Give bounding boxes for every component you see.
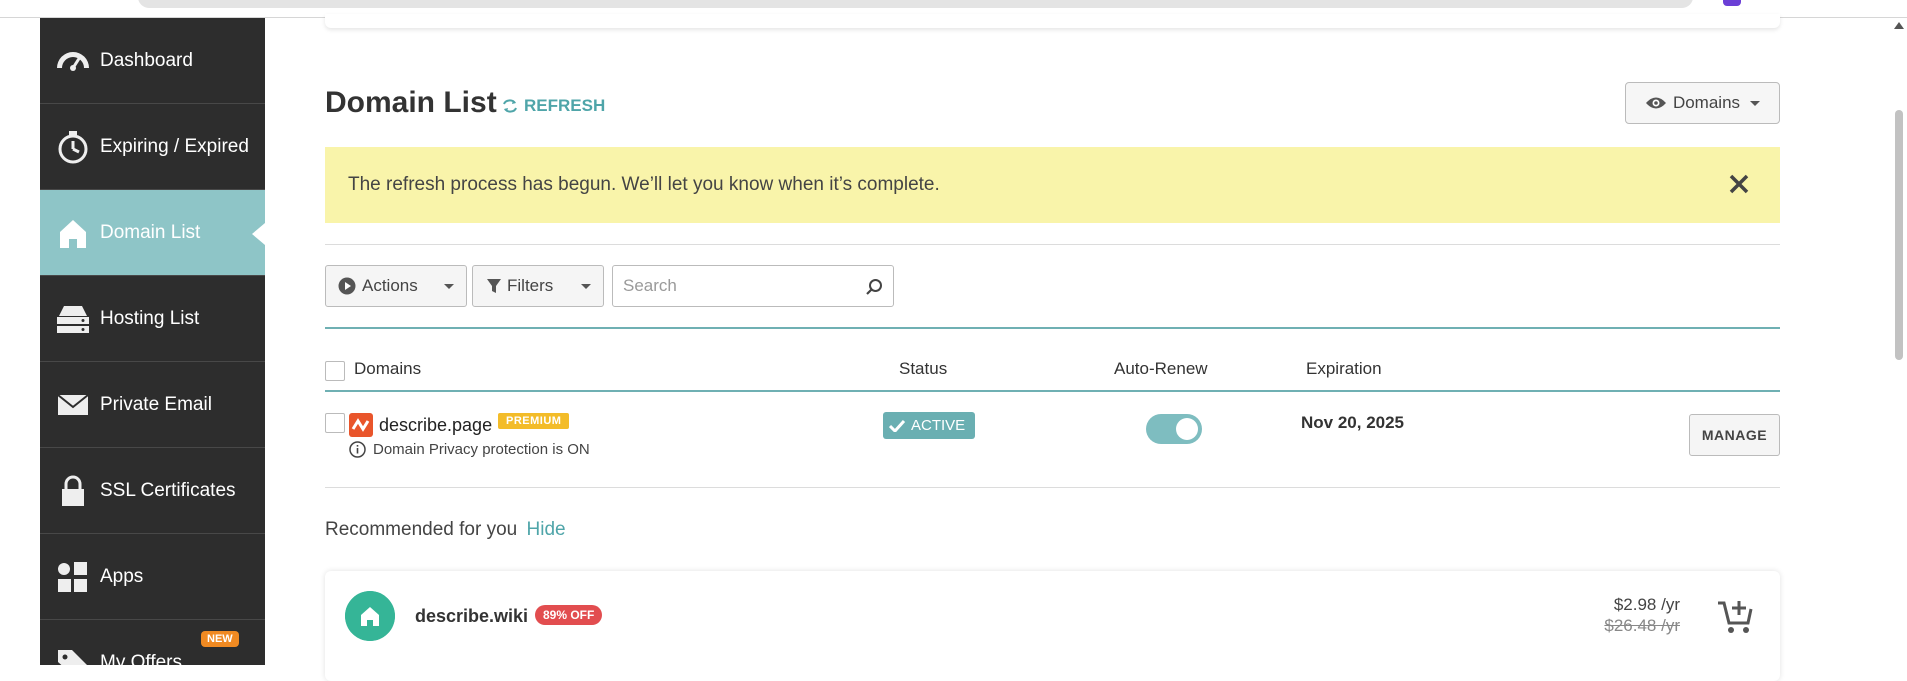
sidebar-item-apps[interactable]: Apps	[40, 534, 265, 620]
eye-icon	[1645, 97, 1666, 109]
sidebar-item-label: Dashboard	[100, 49, 193, 71]
table-header-border	[325, 390, 1780, 392]
view-domains-label: Domains	[1672, 93, 1741, 112]
sidebar: Dashboard Expiring / Expired Domain List…	[40, 18, 265, 665]
search-input[interactable]	[623, 276, 853, 296]
check-icon	[889, 419, 905, 432]
apps-grid-icon	[58, 562, 87, 592]
sidebar-item-label: Domain List	[100, 221, 201, 243]
sidebar-item-label: My Offers	[100, 651, 182, 666]
recommended-heading: Recommended for you Hide	[325, 519, 566, 541]
sidebar-item-label: SSL Certificates	[100, 479, 236, 501]
lock-icon	[62, 475, 84, 506]
refresh-notice: The refresh process has begun. We’ll let…	[325, 147, 1780, 223]
divider	[325, 244, 1780, 245]
refresh-label: REFRESH	[524, 96, 606, 115]
chevron-down-icon	[444, 284, 454, 289]
sidebar-item-ssl-certificates[interactable]: SSL Certificates	[40, 448, 265, 534]
sidebar-item-domain-list[interactable]: Domain List	[40, 190, 265, 276]
sidebar-item-dashboard[interactable]: Dashboard	[40, 18, 265, 104]
scrollbar-thumb[interactable]	[1895, 110, 1903, 360]
status-badge: ACTIVE	[883, 412, 976, 439]
privacy-status: Domain Privacy protection is ON	[349, 441, 590, 458]
status-text: ACTIVE	[911, 417, 966, 434]
home-icon	[60, 220, 86, 248]
divider	[325, 487, 1780, 488]
sidebar-item-expiring[interactable]: Expiring / Expired	[40, 104, 265, 190]
tag-icon	[58, 650, 87, 665]
privacy-text: Domain Privacy protection is ON	[373, 441, 590, 458]
sidebar-item-label: Apps	[100, 565, 144, 587]
scroll-up-icon[interactable]	[1894, 22, 1904, 29]
hide-recommended-link[interactable]: Hide	[527, 519, 566, 540]
notice-message: The refresh process has begun. We’ll let…	[348, 174, 940, 195]
refresh-icon	[503, 99, 517, 113]
info-icon	[349, 441, 366, 458]
sidebar-item-label: Expiring / Expired	[100, 135, 249, 157]
search-box	[612, 265, 894, 307]
sidebar-item-label: Private Email	[100, 393, 212, 415]
sidebar-item-private-email[interactable]: Private Email	[40, 362, 265, 448]
recommended-old-price: $26.48 /yr	[1604, 616, 1680, 635]
sidebar-item-hosting-list[interactable]: Hosting List	[40, 276, 265, 362]
add-to-cart-icon[interactable]	[1716, 595, 1754, 635]
suggestion-home-icon	[345, 591, 395, 641]
main-content: Domain List REFRESH Domains The refresh …	[325, 14, 1780, 681]
extension-icon[interactable]	[1723, 0, 1741, 6]
filters-dropdown[interactable]: Filters	[472, 265, 604, 307]
view-domains-dropdown[interactable]: Domains	[1625, 82, 1780, 124]
column-header-status[interactable]: Status	[899, 359, 947, 379]
recommended-price: $2.98 /yr	[1613, 595, 1680, 614]
recommended-domain-name: describe.wiki	[415, 606, 529, 626]
filter-icon	[487, 279, 501, 293]
refresh-link[interactable]: REFRESH	[502, 96, 605, 116]
auto-renew-toggle[interactable]	[1146, 414, 1202, 444]
chevron-down-icon	[1750, 100, 1761, 106]
recommended-title: Recommended for you	[325, 519, 518, 540]
row-checkbox[interactable]	[325, 413, 345, 433]
close-icon[interactable]	[1726, 171, 1752, 197]
domain-name-link[interactable]: describe.page	[379, 415, 492, 436]
column-header-expiration[interactable]: Expiration	[1306, 359, 1382, 379]
premium-domain-icon	[349, 413, 373, 437]
select-all-checkbox[interactable]	[325, 361, 345, 381]
toggle-knob	[1176, 418, 1198, 440]
actions-dropdown[interactable]: Actions	[325, 265, 467, 307]
page-title: Domain List	[325, 86, 497, 119]
column-header-domains[interactable]: Domains	[354, 359, 421, 379]
discount-badge: 89% OFF	[535, 605, 603, 625]
premium-badge: PREMIUM	[498, 413, 570, 429]
new-badge: NEW	[201, 631, 239, 647]
chevron-down-icon	[581, 284, 591, 289]
play-circle-icon	[338, 277, 356, 295]
actions-label: Actions	[362, 276, 418, 295]
filters-label: Filters	[507, 276, 554, 295]
envelope-icon	[57, 394, 89, 415]
stopwatch-icon	[58, 131, 88, 164]
column-header-auto-renew[interactable]: Auto-Renew	[1114, 359, 1208, 379]
table-top-border	[325, 327, 1780, 329]
manage-button[interactable]: MANAGE	[1689, 414, 1780, 456]
top-card-edge	[325, 14, 1780, 28]
page-scrollbar[interactable]	[1891, 18, 1907, 665]
expiration-date: Nov 20, 2025	[1301, 413, 1405, 432]
search-icon[interactable]	[865, 278, 883, 296]
server-icon	[57, 306, 89, 333]
dashboard-gauge-icon	[57, 52, 89, 71]
sidebar-item-label: Hosting List	[100, 307, 200, 329]
address-bar[interactable]	[138, 0, 1693, 8]
